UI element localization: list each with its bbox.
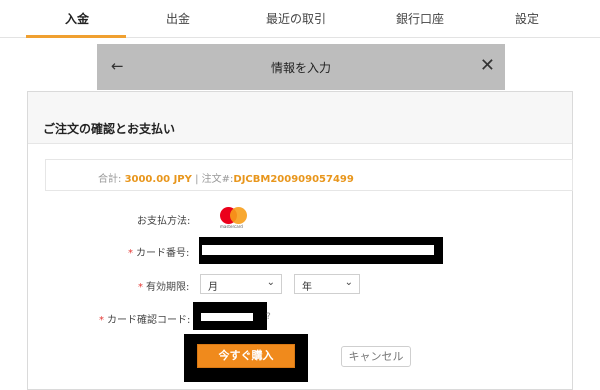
close-icon[interactable]: ✕: [480, 55, 495, 76]
expiry-label: * 有効期限:: [138, 278, 189, 293]
chevron-down-icon: ⌄: [266, 277, 275, 288]
required-mark: *: [138, 282, 143, 293]
cvc-label: * カード確認コード:: [99, 311, 190, 326]
cancel-button[interactable]: キャンセル: [341, 346, 411, 367]
summary-separator: |: [195, 174, 199, 185]
order-label: 注文#:: [201, 174, 234, 185]
panel-heading: ご注文の確認とお支払い: [43, 122, 176, 136]
mastercard-orange-circle: [230, 207, 247, 224]
tab-withdraw[interactable]: 出金: [166, 10, 190, 27]
order-summary: 合計: 3000.00 JPY | 注文#:DJCBM200909057499: [45, 159, 573, 191]
cvc-field-redacted[interactable]: [193, 302, 267, 330]
panel-header: ご注文の確認とお支払い: [28, 92, 572, 144]
expiry-year-select[interactable]: 年 ⌄: [294, 274, 360, 294]
tab-recent-transactions[interactable]: 最近の取引: [266, 10, 326, 27]
payment-method-label: お支払方法:: [137, 216, 191, 227]
cvc-input[interactable]: [201, 313, 253, 321]
card-number-label-text: カード番号:: [136, 248, 190, 259]
order-summary-text: 合計: 3000.00 JPY | 注文#:DJCBM200909057499: [98, 170, 354, 185]
modal-header: ← 情報を入力 ✕: [97, 44, 505, 90]
card-number-label: * カード番号:: [128, 244, 189, 259]
order-id: DJCBM200909057499: [233, 174, 354, 185]
tab-bank-account[interactable]: 銀行口座: [396, 10, 444, 27]
required-mark: *: [99, 315, 104, 326]
card-number-field-redacted[interactable]: [199, 237, 443, 264]
total-label: 合計:: [98, 174, 122, 185]
total-amount: 3000.00 JPY: [124, 174, 192, 185]
modal-title: 情報を入力: [270, 61, 331, 75]
mastercard-wordmark: mastercard: [220, 224, 243, 229]
cvc-label-text: カード確認コード:: [107, 315, 191, 326]
tab-settings[interactable]: 設定: [515, 10, 539, 27]
expiry-month-select[interactable]: 月 ⌄: [200, 274, 282, 294]
mastercard-logo: mastercard: [218, 206, 250, 230]
expiry-month-value: 月: [208, 282, 218, 293]
chevron-down-icon: ⌄: [344, 277, 353, 288]
top-tab-bar: 入金 出金 最近の取引 銀行口座 設定: [0, 0, 600, 38]
card-number-input[interactable]: [202, 245, 434, 255]
active-tab-indicator: [26, 35, 126, 38]
help-icon[interactable]: ?: [266, 312, 271, 322]
required-mark: *: [128, 248, 133, 259]
tab-deposit[interactable]: 入金: [65, 10, 89, 27]
expiry-year-value: 年: [302, 282, 312, 293]
expiry-label-text: 有効期限:: [146, 282, 190, 293]
buy-now-button[interactable]: 今すぐ購入: [197, 344, 295, 368]
